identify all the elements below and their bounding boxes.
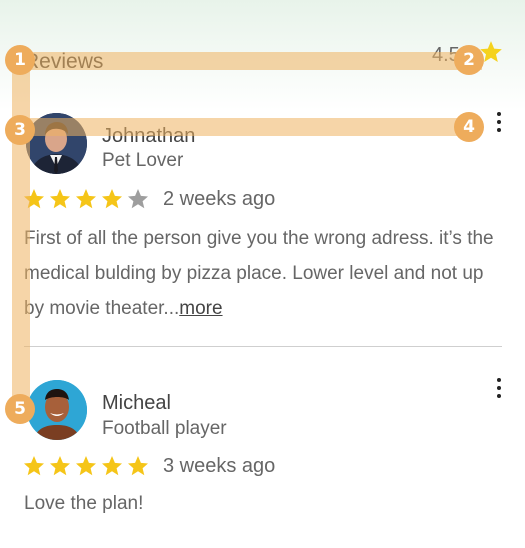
star-rating [22,187,150,211]
annotation-bar-reviewer [16,118,476,136]
star-filled-icon [128,456,148,476]
annotation-bar-vertical [12,62,30,402]
annotation-badge: 3 [5,115,35,145]
review-text: Love the plan! [24,486,494,521]
review-date: 3 weeks ago [163,455,276,477]
star-filled-icon [50,189,70,209]
annotation-badge: 4 [454,112,484,142]
star-filled-icon [102,456,122,476]
star-filled-icon [76,189,96,209]
star-rating [22,454,150,478]
more-link[interactable]: more [179,298,222,319]
person-portrait-icon [27,380,87,440]
divider [24,346,502,347]
more-options-icon[interactable] [494,378,504,404]
annotation-badge: 1 [5,45,35,75]
star-filled-icon [102,189,122,209]
review-text-content: First of all the person give you the wro… [24,228,494,319]
reviewer-name: Micheal [102,392,171,414]
annotation-badge: 2 [454,45,484,75]
star-empty-icon [128,189,148,209]
review-text-content: Love the plan! [24,493,144,514]
reviewer-role: Pet Lover [102,150,184,171]
reviewer-role: Football player [102,418,227,439]
more-options-icon[interactable] [494,112,504,138]
star-filled-icon [76,456,96,476]
star-filled-icon [24,456,44,476]
annotation-badge: 5 [5,394,35,424]
avatar-micheal[interactable] [27,380,87,440]
annotation-bar-header [16,52,482,70]
star-filled-icon [50,456,70,476]
review-date: 2 weeks ago [163,188,276,210]
review-text: First of all the person give you the wro… [24,221,494,326]
